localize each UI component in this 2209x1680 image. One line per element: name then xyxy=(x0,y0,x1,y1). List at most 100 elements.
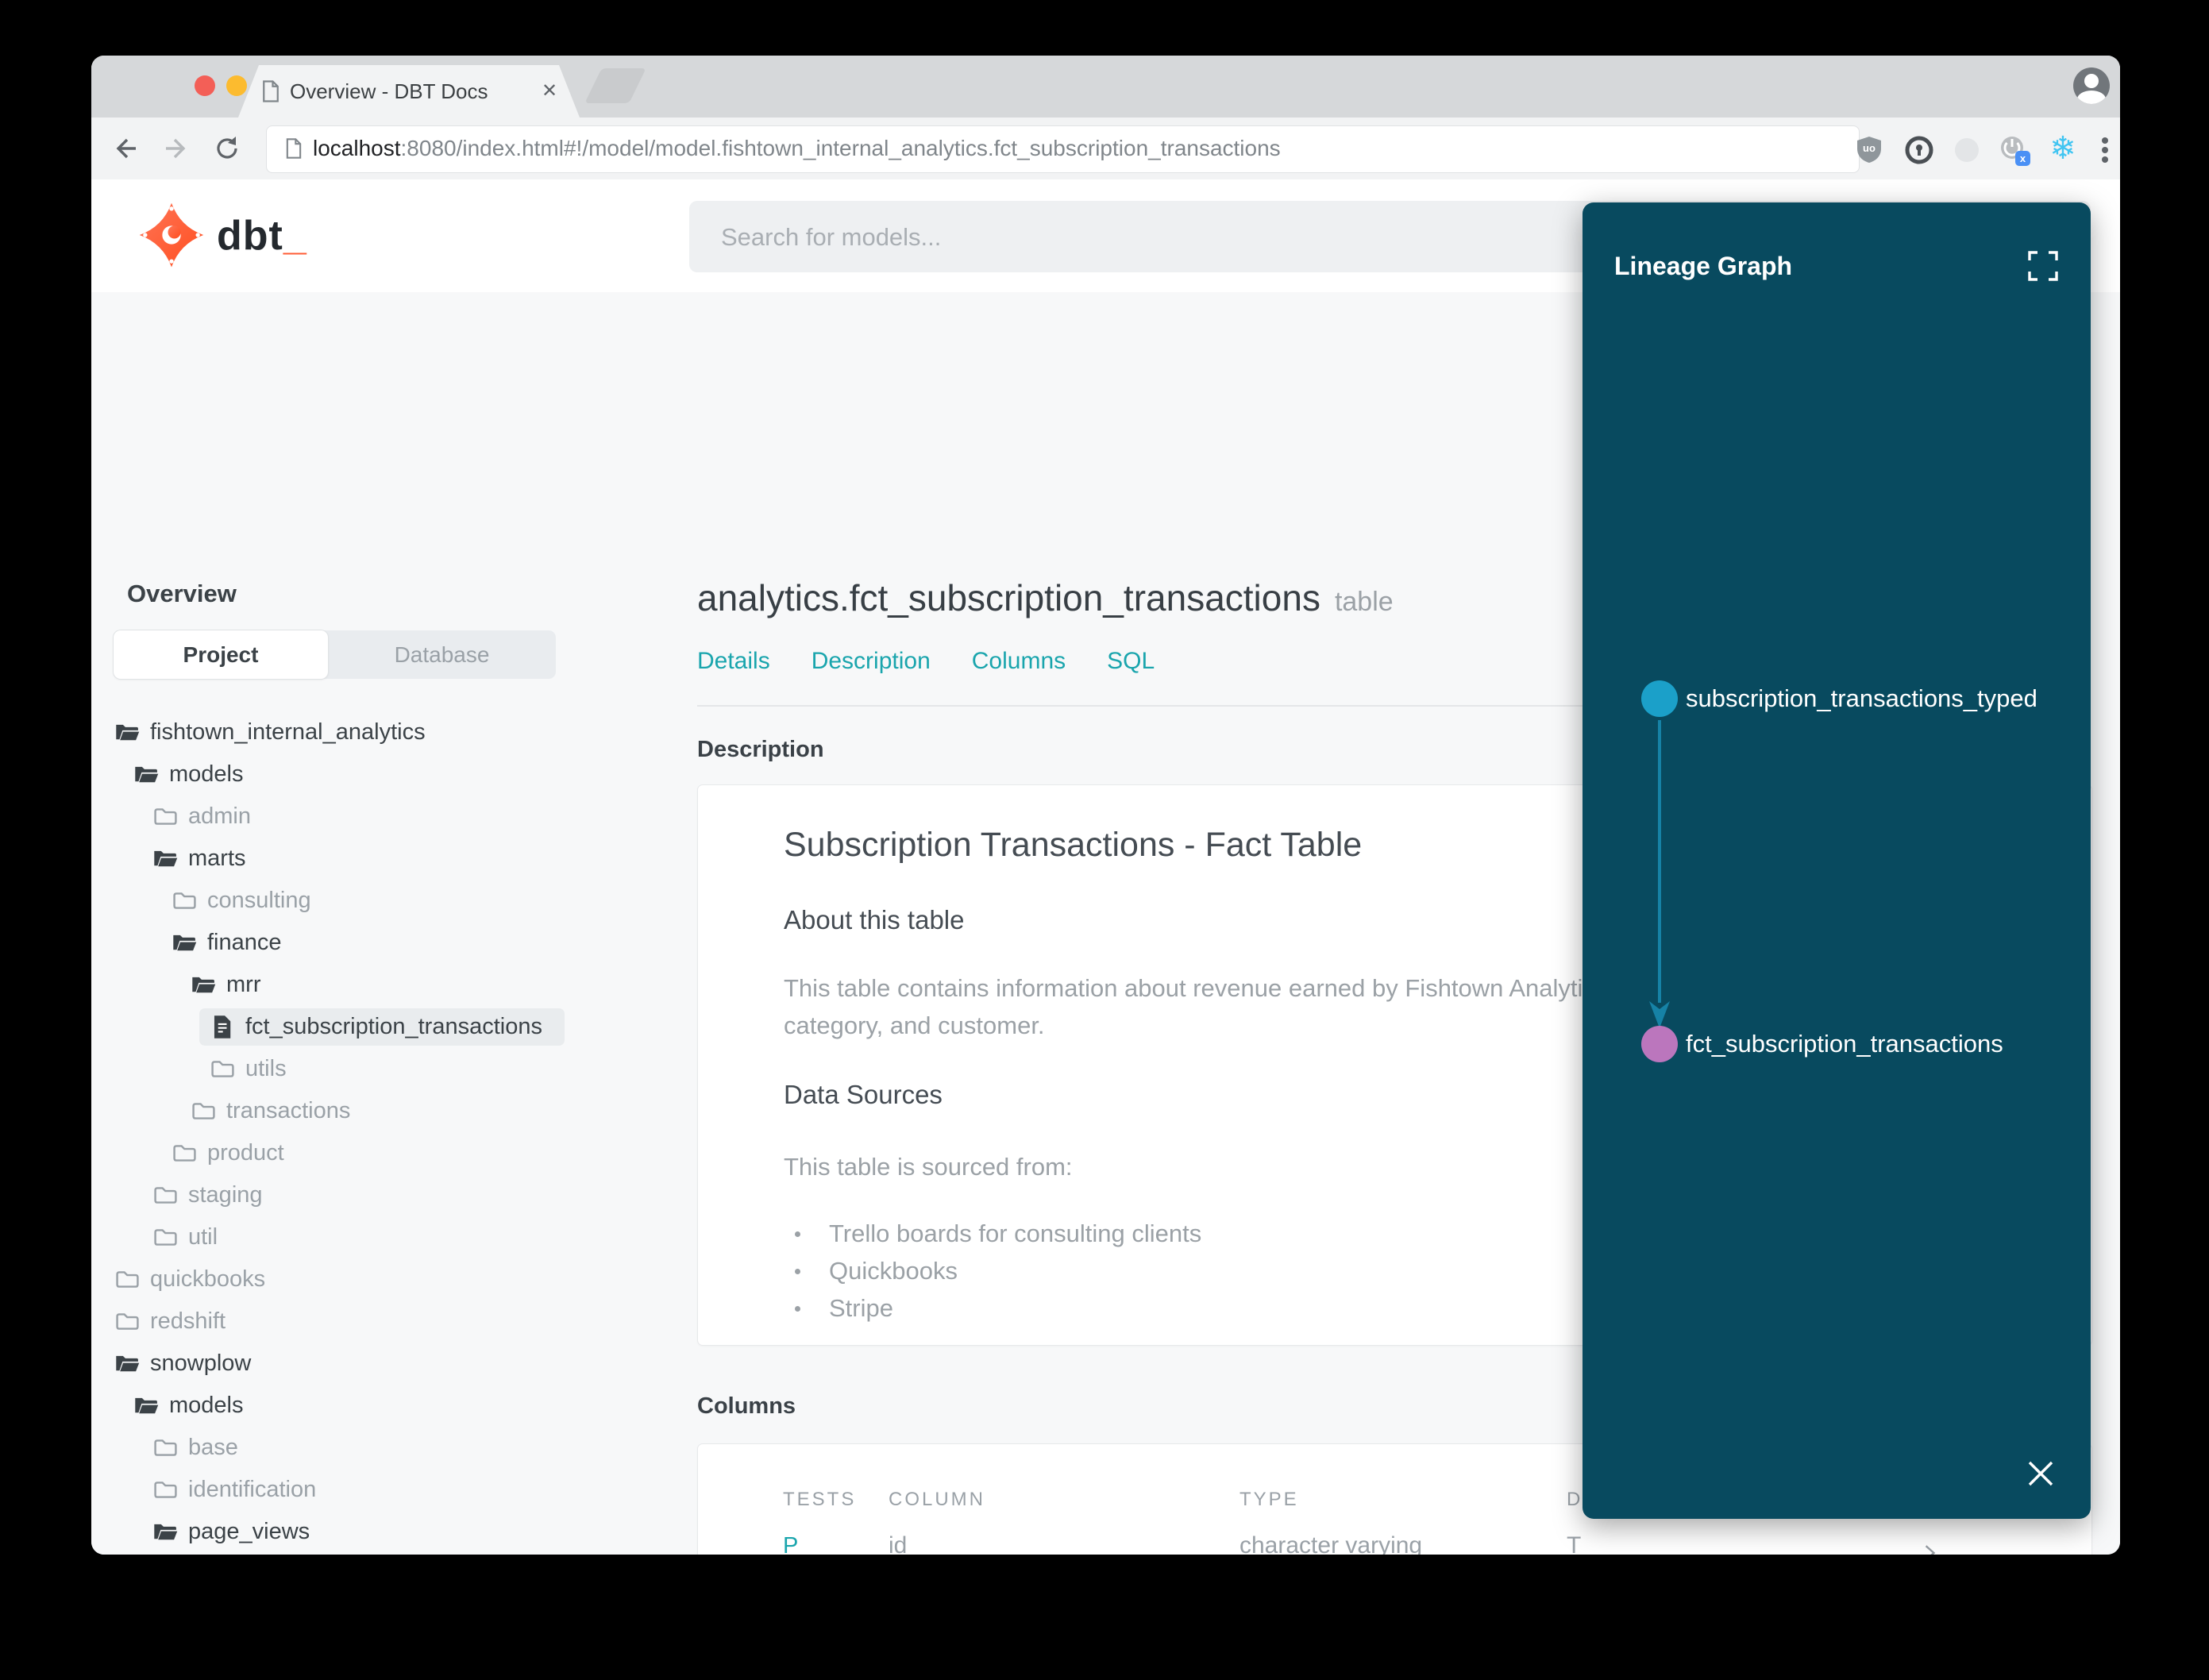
chevron-right-icon[interactable] xyxy=(1921,1537,1938,1555)
about-heading: About this table xyxy=(784,905,965,934)
browser-tab[interactable]: Overview - DBT Docs ✕ xyxy=(238,65,580,118)
tree-item-label: models xyxy=(169,761,244,787)
bullet-dot xyxy=(795,1269,800,1274)
forward-button[interactable] xyxy=(162,134,191,163)
svg-text:x: x xyxy=(2020,152,2026,164)
tree-item-label: fct_subscription_transactions xyxy=(245,1014,542,1039)
column-row-id[interactable]: Pid character varying T xyxy=(698,1530,2091,1555)
lineage-graph-title: Lineage Graph xyxy=(1614,252,1793,280)
description-cell: T xyxy=(1567,1532,1582,1555)
tab-strip: Overview - DBT Docs ✕ xyxy=(91,56,2120,118)
sidebar-item-fishtown_internal_analytics[interactable]: fishtown_internal_analytics xyxy=(91,711,691,753)
tab-database[interactable]: Database xyxy=(328,630,556,679)
tree-item-label: mrr xyxy=(226,972,261,997)
column-header-type: TYPE xyxy=(1239,1489,1299,1510)
sidebar-item-consulting[interactable]: consulting xyxy=(91,880,691,922)
sidebar-item-fct_subscription_transactions[interactable]: fct_subscription_transactions xyxy=(91,1006,691,1048)
sidebar-item-mrr[interactable]: mrr xyxy=(91,964,691,1006)
sidebar-item-util[interactable]: util xyxy=(91,1216,691,1258)
source-label: Trello boards for consulting clients xyxy=(829,1220,1202,1247)
folder-open-icon xyxy=(153,1520,178,1544)
folder-open-icon xyxy=(153,846,178,871)
lineage-node-label[interactable]: fct_subscription_transactions xyxy=(1686,1026,2003,1062)
lineage-node-dot-fct_subscription_transactions[interactable] xyxy=(1641,1026,1678,1062)
bullet-dot xyxy=(795,1231,800,1237)
ublock-origin-icon[interactable]: uo xyxy=(1853,134,1885,166)
sidebar-item-redshift[interactable]: redshift xyxy=(91,1300,691,1343)
back-button[interactable] xyxy=(111,134,140,163)
sources-intro: This table is sourced from: xyxy=(784,1153,1073,1181)
sidebar-item-marts[interactable]: marts xyxy=(91,838,691,880)
dbt-logo-icon[interactable] xyxy=(137,201,206,269)
traffic-minimize-button[interactable] xyxy=(226,75,247,96)
avatar-head xyxy=(2084,74,2099,88)
tree-item-label: transactions xyxy=(226,1098,351,1123)
folder-icon xyxy=(153,1478,178,1502)
columns-section-label: Columns xyxy=(697,1393,796,1419)
traffic-close-button[interactable] xyxy=(195,75,215,96)
tree-item-label: util xyxy=(188,1224,218,1250)
folder-icon xyxy=(191,1099,216,1123)
sidebar-item-transactions[interactable]: transactions xyxy=(91,1090,691,1132)
lineage-close-icon[interactable] xyxy=(2025,1458,2057,1489)
sidebar-item-snowplow[interactable]: snowplow xyxy=(91,1343,691,1385)
lineage-node-dot-subscription_transactions_typed[interactable] xyxy=(1641,680,1678,717)
dbt-logo-text[interactable]: dbt_ xyxy=(217,179,307,292)
sidebar-item-utils[interactable]: utils xyxy=(91,1048,691,1090)
sidebar-item-finance[interactable]: finance xyxy=(91,922,691,964)
model-tab-description[interactable]: Description xyxy=(812,648,931,674)
onepassword-icon[interactable] xyxy=(1903,134,1935,166)
model-nav-links: Details Description Columns SQL xyxy=(697,645,1196,677)
tree-item-label: finance xyxy=(207,930,282,955)
file-icon xyxy=(210,1015,235,1039)
fullscreen-icon[interactable] xyxy=(2027,250,2059,282)
tree-item-label: product xyxy=(207,1140,284,1166)
sidebar-item-models[interactable]: models xyxy=(91,753,691,796)
sidebar-item-admin[interactable]: admin xyxy=(91,796,691,838)
tree-item-label: admin xyxy=(188,803,251,829)
folder-open-icon xyxy=(172,931,197,955)
browser-window: Overview - DBT Docs ✕ localhost:8080/ind… xyxy=(91,56,2120,1555)
tests-cell: P xyxy=(783,1533,800,1555)
lineage-graph-panel: Lineage Graph subscription_transactions_… xyxy=(1583,202,2091,1519)
tree-item-label: identification xyxy=(188,1477,317,1502)
data-sources-heading: Data Sources xyxy=(784,1080,943,1109)
model-tab-details[interactable]: Details xyxy=(697,648,770,674)
column-name-cell: id xyxy=(889,1532,908,1555)
folder-open-icon xyxy=(134,1393,159,1418)
browser-profile-avatar[interactable] xyxy=(2073,67,2110,104)
tree-item-label: snowplow_page_views xyxy=(207,1553,443,1555)
sidebar-item-quickbooks[interactable]: quickbooks xyxy=(91,1258,691,1300)
sidebar-view-switch: Project Database xyxy=(114,630,556,679)
tab-close-icon[interactable]: ✕ xyxy=(542,65,557,118)
svg-text:uo: uo xyxy=(1863,142,1876,154)
project-file-tree: fishtown_internal_analyticsmodels admin ma… xyxy=(91,711,691,1555)
sidebar-item-staging[interactable]: staging xyxy=(91,1174,691,1216)
folder-icon xyxy=(115,1267,140,1292)
sidebar-item-product[interactable]: product xyxy=(91,1132,691,1174)
model-tab-columns[interactable]: Columns xyxy=(972,648,1066,674)
tab-project[interactable]: Project xyxy=(114,630,328,679)
folder-icon xyxy=(115,1309,140,1334)
model-heading: Subscription Transactions - Fact Table xyxy=(784,826,1363,864)
loop-extension-icon[interactable] xyxy=(1951,134,1983,166)
sidebar-item-base[interactable]: base xyxy=(91,1427,691,1469)
folder-icon xyxy=(153,1225,178,1250)
lineage-node-label[interactable]: subscription_transactions_typed xyxy=(1686,680,2037,717)
column-header-column: COLUMN xyxy=(889,1489,986,1510)
browser-menu-icon[interactable] xyxy=(2089,134,2120,166)
folder-open-icon xyxy=(134,762,159,787)
url-bar[interactable]: localhost:8080/index.html#!/model/model.… xyxy=(266,125,1860,173)
sidebar-item-models[interactable]: models xyxy=(91,1385,691,1427)
snowflake-extension-icon[interactable]: ❄ xyxy=(2046,132,2080,165)
model-tab-sql[interactable]: SQL xyxy=(1107,648,1155,674)
power-extension-icon[interactable]: x xyxy=(1999,134,2030,166)
sidebar-item-snowplow_page_views[interactable]: snowplow_page_views xyxy=(91,1553,691,1555)
page-favicon-icon xyxy=(263,80,279,102)
sidebar-item-page_views[interactable]: page_views xyxy=(91,1511,691,1553)
sidebar-item-identification[interactable]: identification xyxy=(91,1469,691,1511)
reload-button[interactable] xyxy=(213,134,241,163)
sidebar-heading: Overview xyxy=(127,580,237,607)
new-tab-button[interactable] xyxy=(584,68,646,103)
screenshot-canvas: Overview - DBT Docs ✕ localhost:8080/ind… xyxy=(0,0,2209,1680)
